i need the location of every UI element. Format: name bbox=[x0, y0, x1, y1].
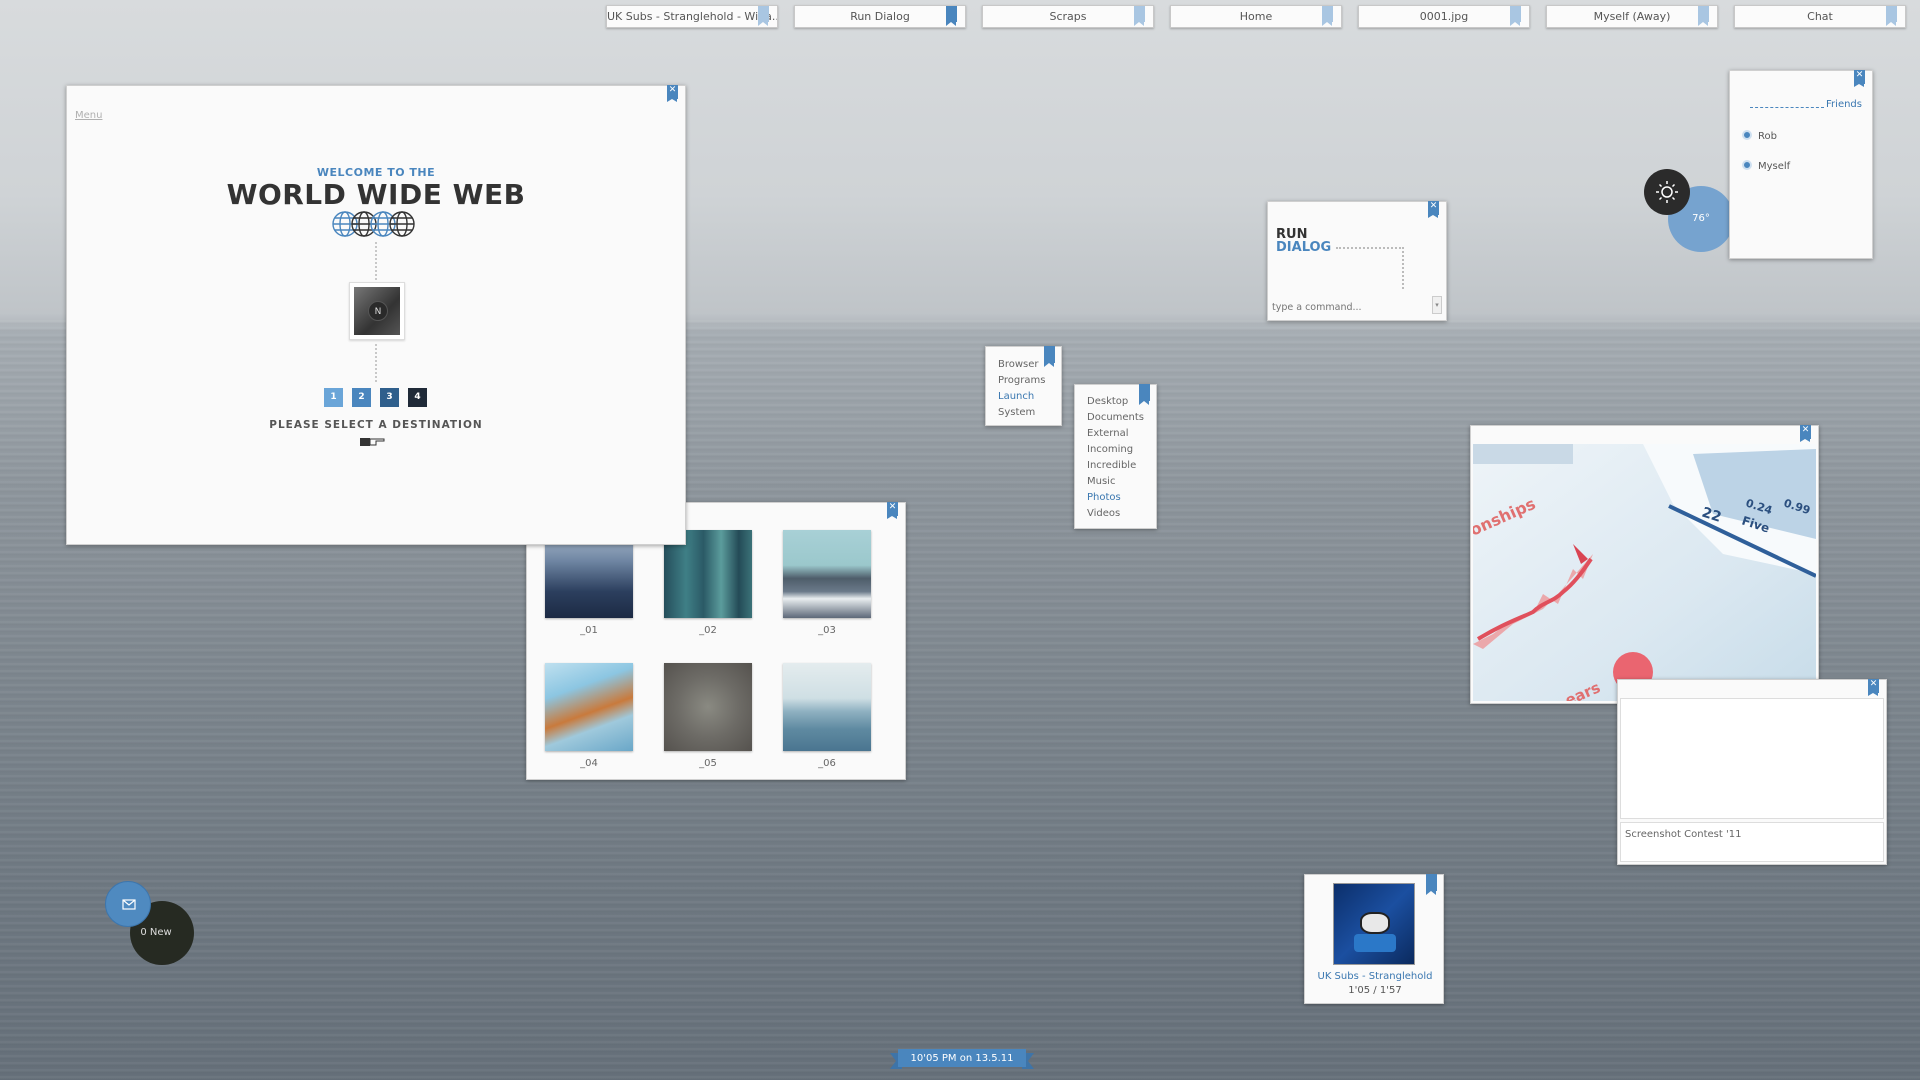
destination-button-4[interactable]: 4 bbox=[408, 388, 427, 407]
menu-link[interactable]: Menu bbox=[75, 110, 102, 121]
connector-line bbox=[375, 344, 377, 382]
image-preview[interactable]: 22 0.24 0.99 Five onships ears bbox=[1473, 444, 1816, 701]
friends-window: ✕ Friends Rob Myself bbox=[1729, 70, 1873, 259]
temperature: 76° bbox=[1692, 213, 1710, 224]
menu-item-videos[interactable]: Videos bbox=[1087, 506, 1156, 522]
close-icon[interactable]: ✕ bbox=[887, 502, 898, 519]
menu-item-external[interactable]: External bbox=[1087, 426, 1156, 442]
bookmark-icon bbox=[1698, 6, 1709, 26]
mail-count: 0 New bbox=[140, 927, 172, 938]
connector-line bbox=[375, 242, 377, 280]
bookmark-icon bbox=[1886, 6, 1897, 26]
friends-header: Friends bbox=[1826, 99, 1862, 110]
photo-thumbnail[interactable] bbox=[545, 663, 633, 751]
friend-item[interactable]: Rob bbox=[1742, 130, 1777, 142]
folders-menu: Desktop Documents External Incoming Incr… bbox=[1074, 384, 1157, 529]
menu-item-programs[interactable]: Programs bbox=[998, 373, 1061, 389]
taskbar-tab-run-dialog[interactable]: Run Dialog bbox=[794, 5, 966, 28]
bookmark-icon bbox=[1322, 6, 1333, 26]
photo-label: _01 bbox=[580, 625, 598, 636]
photo-thumbnail[interactable] bbox=[783, 530, 871, 618]
destination-button-3[interactable]: 3 bbox=[380, 388, 399, 407]
photo-label: _04 bbox=[580, 758, 598, 769]
taskbar-tab-profile[interactable]: Myself (Away) bbox=[1546, 5, 1718, 28]
track-position: 1'05 / 1'57 bbox=[1348, 985, 1402, 996]
run-dialog-window: ✕ RUN DIALOG ▾ bbox=[1267, 201, 1447, 321]
globes-icon bbox=[332, 211, 415, 237]
bookmark-icon bbox=[1426, 874, 1437, 895]
welcome-window: ✕ Menu WELCOME TO THE WORLD WIDE WEB N 1… bbox=[66, 85, 686, 545]
destination-button-2[interactable]: 2 bbox=[352, 388, 371, 407]
friends-divider bbox=[1750, 101, 1824, 108]
menu-item-incoming[interactable]: Incoming bbox=[1087, 442, 1156, 458]
status-icon bbox=[1742, 160, 1752, 170]
menu-item-photos[interactable]: Photos bbox=[1087, 490, 1156, 506]
menu-item-music[interactable]: Music bbox=[1087, 474, 1156, 490]
dotted-connector bbox=[1336, 247, 1404, 289]
bookmark-icon bbox=[758, 6, 769, 26]
close-icon[interactable]: ✕ bbox=[1800, 425, 1811, 442]
menu-item-incredible[interactable]: Incredible bbox=[1087, 458, 1156, 474]
scrap-preview[interactable] bbox=[1620, 698, 1884, 819]
image-viewer-window: ✕ 22 0.24 0.99 Five onships ears bbox=[1470, 425, 1819, 704]
launch-menu: Browser Programs Launch System bbox=[985, 346, 1062, 426]
menu-item-system[interactable]: System bbox=[998, 405, 1061, 421]
bookmark-icon bbox=[1044, 346, 1055, 367]
scrap-caption: Screenshot Contest '11 bbox=[1620, 822, 1884, 862]
taskbar-tab-music[interactable]: UK Subs - Stranglehold - Wina... bbox=[606, 5, 778, 28]
taskbar-tab-image[interactable]: 0001.jpg bbox=[1358, 5, 1530, 28]
avatar[interactable]: N bbox=[349, 282, 405, 340]
scroll-down-icon[interactable]: ▾ bbox=[1432, 296, 1442, 314]
photo-label: _03 bbox=[818, 625, 836, 636]
taskbar-tab-chat[interactable]: Chat bbox=[1734, 5, 1906, 28]
taskbar-tab-scraps[interactable]: Scraps bbox=[982, 5, 1154, 28]
sun-icon[interactable] bbox=[1644, 169, 1690, 215]
bookmark-icon bbox=[1134, 6, 1145, 26]
status-icon bbox=[1742, 130, 1752, 140]
welcome-title: WORLD WIDE WEB bbox=[226, 178, 526, 211]
command-input[interactable] bbox=[1272, 298, 1428, 316]
photo-label: _06 bbox=[818, 758, 836, 769]
bookmark-icon bbox=[946, 6, 957, 26]
close-icon[interactable]: ✕ bbox=[1868, 679, 1879, 696]
menu-item-documents[interactable]: Documents bbox=[1087, 410, 1156, 426]
run-dialog-subtitle: DIALOG bbox=[1276, 240, 1332, 255]
pointing-hand-icon bbox=[360, 438, 385, 446]
album-art[interactable] bbox=[1333, 883, 1415, 965]
photo-thumbnail[interactable] bbox=[783, 663, 871, 751]
photo-label: _02 bbox=[699, 625, 717, 636]
clock-label: 10'05 PM on 13.5.11 bbox=[910, 1053, 1014, 1064]
bookmark-icon bbox=[1510, 6, 1521, 26]
photo-thumbnail[interactable] bbox=[664, 663, 752, 751]
destination-button-1[interactable]: 1 bbox=[324, 388, 343, 407]
avatar-initial: N bbox=[368, 301, 388, 321]
music-player: UK Subs - Stranglehold 1'05 / 1'57 bbox=[1304, 874, 1444, 1004]
taskbar-tab-home[interactable]: Home bbox=[1170, 5, 1342, 28]
track-title[interactable]: UK Subs - Stranglehold bbox=[1305, 971, 1445, 982]
photo-label: _05 bbox=[699, 758, 717, 769]
friend-item[interactable]: Myself bbox=[1742, 160, 1790, 172]
close-icon[interactable]: ✕ bbox=[667, 85, 678, 102]
destination-prompt: PLEASE SELECT A DESTINATION bbox=[269, 419, 483, 431]
menu-item-launch[interactable]: Launch bbox=[998, 389, 1061, 405]
close-icon[interactable]: ✕ bbox=[1854, 70, 1865, 87]
mail-icon[interactable] bbox=[105, 881, 151, 927]
close-icon[interactable]: ✕ bbox=[1428, 201, 1439, 218]
bookmark-icon bbox=[1139, 384, 1150, 405]
scraps-window: ✕ Screenshot Contest '11 bbox=[1617, 679, 1887, 865]
